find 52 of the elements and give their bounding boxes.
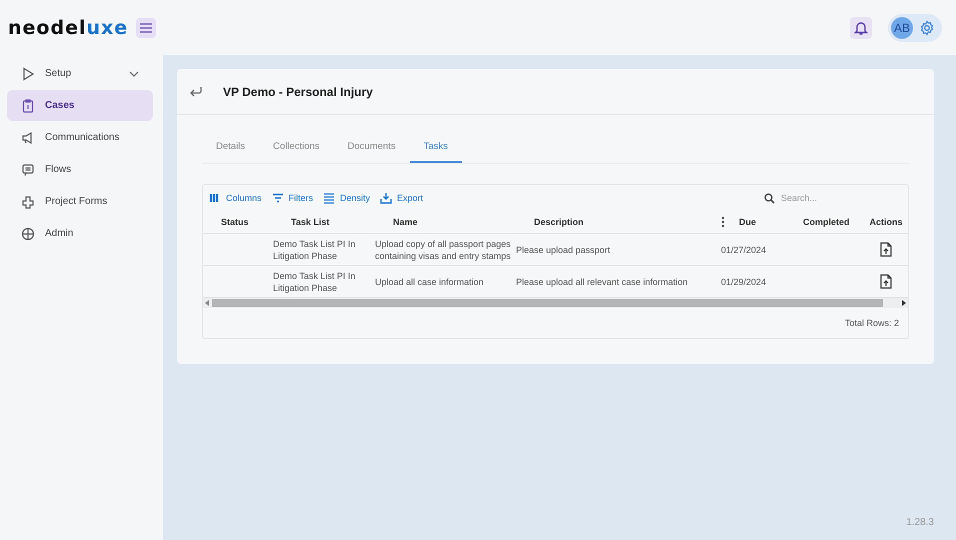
search-icon xyxy=(764,192,775,204)
toolbar-button[interactable]: Columns xyxy=(207,192,264,204)
tab[interactable]: Tasks xyxy=(410,133,462,163)
sidebar-item[interactable]: Project Forms xyxy=(7,186,153,217)
settings-icon[interactable] xyxy=(919,20,935,36)
sidebar-item[interactable]: Admin xyxy=(7,218,153,249)
column-header[interactable]: Name xyxy=(393,217,516,227)
clipboard-icon xyxy=(21,98,35,112)
page-title: VP Demo - Personal Injury xyxy=(223,84,373,98)
filter-icon xyxy=(272,192,284,204)
table-cell: Upload all case information xyxy=(375,276,484,286)
more-options-icon[interactable] xyxy=(721,216,725,228)
table-cell: 01/29/2024 xyxy=(721,276,766,286)
column-header[interactable]: Status xyxy=(221,217,273,227)
toolbar-button[interactable]: Filters xyxy=(270,192,316,204)
sidebar-item[interactable]: Cases xyxy=(7,90,153,121)
back-icon[interactable] xyxy=(189,86,203,98)
search-field[interactable]: Search... xyxy=(779,192,893,204)
columns-icon xyxy=(209,192,221,204)
toolbar-button[interactable]: Density xyxy=(321,192,372,204)
export-icon xyxy=(380,192,392,204)
table-cell: 01/27/2024 xyxy=(721,244,766,254)
table-cell: Demo Task List PI In Litigation Phase xyxy=(273,238,356,260)
horizontal-scrollbar[interactable] xyxy=(203,297,908,308)
file-upload-icon[interactable] xyxy=(880,242,892,257)
menu-button[interactable] xyxy=(136,18,156,38)
globe-icon xyxy=(21,226,35,240)
density-icon xyxy=(323,192,336,204)
column-header[interactable]: Description xyxy=(534,217,721,227)
toolbar-button[interactable]: Export xyxy=(378,192,426,204)
column-header[interactable]: Task List xyxy=(291,217,375,227)
column-header[interactable]: Due xyxy=(739,217,785,227)
total-rows: Total Rows: 2 xyxy=(844,318,899,328)
play-icon xyxy=(21,66,35,80)
column-header[interactable]: Actions xyxy=(869,217,902,227)
version-label: 1.28.3 xyxy=(906,517,934,528)
sidebar-item[interactable]: Communications xyxy=(7,122,153,153)
logo: neodel uxe xyxy=(8,16,128,38)
scroll-left-icon[interactable] xyxy=(205,300,209,306)
table-cell: Please upload all relevant case information xyxy=(516,276,688,286)
table-cell: Please upload passport xyxy=(516,244,610,254)
message-icon xyxy=(21,162,35,176)
sidebar-item[interactable]: Flows xyxy=(7,154,153,185)
file-upload-icon[interactable] xyxy=(880,274,892,289)
puzzle-icon xyxy=(21,194,35,208)
notifications-button[interactable] xyxy=(850,16,872,38)
column-header[interactable]: Completed xyxy=(803,217,865,227)
table-cell: Upload copy of all passport pages containing visas and entry stamps xyxy=(375,238,511,260)
table-cell: Demo Task List PI In Litigation Phase xyxy=(273,270,356,292)
sidebar-item[interactable]: Setup xyxy=(7,58,153,89)
scroll-right-icon[interactable] xyxy=(902,300,906,306)
menu-icon xyxy=(139,22,154,34)
